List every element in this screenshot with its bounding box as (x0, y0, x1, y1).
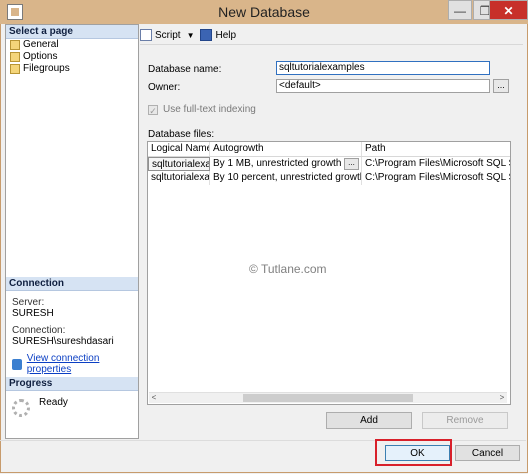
owner-label: Owner: (148, 82, 181, 93)
column-header-logical-name[interactable]: Logical Name (148, 142, 210, 156)
script-button[interactable]: Script ▼ (140, 29, 194, 41)
owner-browse-button[interactable]: ... (493, 79, 509, 93)
owner-input[interactable]: <default> (276, 79, 490, 93)
connection-label: Connection: (12, 325, 66, 336)
database-files-grid: Logical Name Autogrowth Path sqltutorial… (147, 141, 511, 405)
database-name-input[interactable]: sqltutorialexamples (276, 61, 490, 75)
progress-status: Ready (39, 397, 68, 408)
minimize-button[interactable]: — (448, 0, 472, 20)
page-item-options[interactable]: Options (6, 51, 138, 63)
scroll-left-icon[interactable]: < (149, 393, 159, 403)
ok-highlight-box (375, 439, 452, 466)
checkbox-check-icon: ✓ (148, 104, 158, 116)
column-header-path[interactable]: Path (362, 142, 510, 156)
script-icon (140, 29, 152, 41)
script-label: Script (155, 29, 181, 41)
horizontal-scrollbar[interactable]: < > (149, 392, 507, 403)
help-button[interactable]: Help (200, 29, 236, 41)
progress-section: Progress Ready (6, 377, 138, 417)
connection-section: Connection Server: SURESH Connection: SU… (6, 277, 138, 375)
scroll-thumb[interactable] (243, 394, 413, 402)
close-button[interactable]: ✕ (489, 0, 528, 20)
database-name-label: Database name: (148, 64, 222, 75)
scroll-right-icon[interactable]: > (497, 393, 507, 403)
properties-icon (12, 358, 22, 370)
page-item-label: Options (23, 51, 58, 62)
page-item-label: Filegroups (23, 63, 70, 74)
logical-name-cell[interactable]: sqltutorialexa... (148, 171, 210, 185)
page-item-label: General (23, 39, 59, 50)
select-page-header: Select a page (6, 25, 138, 39)
title-bar: New Database — ❐ ✕ (0, 0, 528, 25)
page-item-filegroups[interactable]: Filegroups (6, 63, 138, 75)
remove-button[interactable]: Remove (422, 412, 508, 429)
page-item-general[interactable]: General (6, 39, 138, 51)
logical-name-cell[interactable]: sqltutorialexa... (148, 157, 210, 171)
help-label: Help (215, 29, 237, 41)
autogrowth-value: By 1 MB, unrestricted growth (213, 158, 342, 169)
watermark: © Tutlane.com (249, 262, 327, 276)
connection-value: SURESH\sureshdasari (12, 336, 114, 347)
view-connection-properties-label: View connection properties (26, 353, 100, 375)
grid-header: Logical Name Autogrowth Path (148, 142, 510, 157)
left-pane: Select a page General Options Filegroups… (5, 24, 139, 439)
column-header-autogrowth[interactable]: Autogrowth (210, 142, 362, 156)
autogrowth-browse-button[interactable]: ... (344, 158, 359, 170)
database-files-label: Database files: (148, 129, 215, 140)
table-row[interactable]: sqltutorialexa... By 1 MB, unrestricted … (148, 157, 510, 171)
autogrowth-value: By 10 percent, unrestricted growth (213, 172, 362, 183)
chevron-down-icon[interactable]: ▼ (187, 31, 195, 40)
fulltext-checkbox[interactable]: ✓ Use full-text indexing (148, 104, 256, 116)
connection-header: Connection (6, 277, 138, 291)
progress-header: Progress (6, 377, 138, 391)
fulltext-label: Use full-text indexing (163, 104, 256, 115)
autogrowth-cell[interactable]: By 10 percent, unrestricted growth ... (210, 171, 362, 185)
table-row[interactable]: sqltutorialexa... By 10 percent, unrestr… (148, 171, 510, 185)
progress-spinner-icon (12, 399, 30, 417)
server-label: Server: (12, 297, 45, 308)
general-page: Database name: sqltutorialexamples Owner… (140, 48, 523, 437)
add-button[interactable]: Add (326, 412, 412, 429)
wrench-icon (10, 64, 20, 74)
server-value: SURESH (12, 308, 54, 319)
help-icon (200, 29, 213, 41)
cancel-button[interactable]: Cancel (455, 445, 520, 461)
path-cell[interactable]: C:\Program Files\Microsoft SQL Server\M (362, 157, 510, 171)
autogrowth-cell[interactable]: By 1 MB, unrestricted growth ... (210, 157, 362, 171)
wrench-icon (10, 52, 20, 62)
toolbar: Script ▼ Help (140, 26, 523, 45)
view-connection-properties-link[interactable]: View connection properties (12, 353, 133, 375)
path-cell[interactable]: C:\Program Files\Microsoft SQL Server\M (362, 171, 510, 185)
wrench-icon (10, 40, 20, 50)
